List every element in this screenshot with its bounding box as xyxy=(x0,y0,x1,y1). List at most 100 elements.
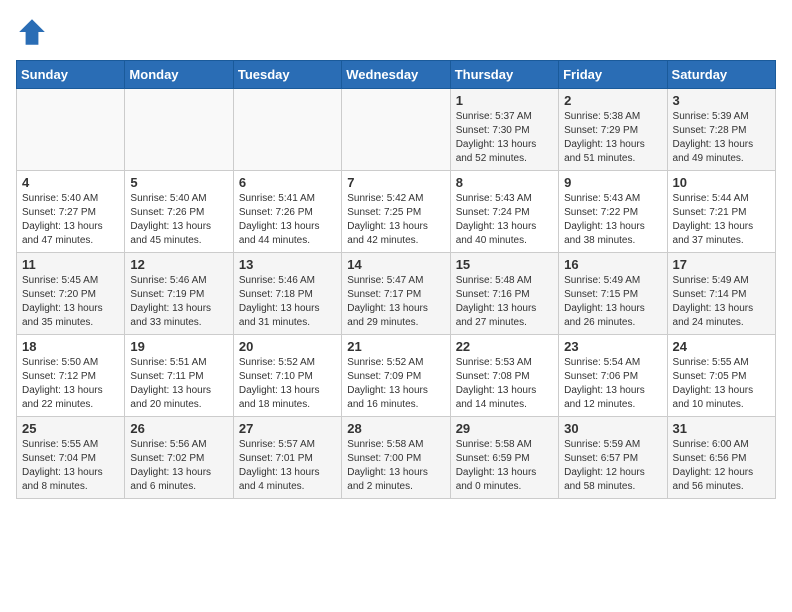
day-info: Sunrise: 5:53 AMSunset: 7:08 PMDaylight:… xyxy=(456,356,553,412)
calendar-cell xyxy=(342,89,450,171)
day-info: Sunrise: 5:41 AMSunset: 7:26 PMDaylight:… xyxy=(239,192,336,248)
calendar-week-row: 4 Sunrise: 5:40 AMSunset: 7:27 PMDaylight… xyxy=(17,171,776,253)
day-number: 2 xyxy=(564,93,661,108)
calendar-cell: 17Sunrise: 5:49 AMSunset: 7:14 PMDayligh… xyxy=(667,253,775,335)
day-info: Sunrise: 5:52 AMSunset: 7:09 PMDaylight:… xyxy=(347,356,444,412)
header-day: Sunday xyxy=(17,61,125,89)
calendar-cell: 30 Sunrise: 5:59 AMSunset: 6:57 PMDayligh… xyxy=(559,417,667,499)
day-number: 26 xyxy=(130,421,227,436)
day-number: 18 xyxy=(22,339,119,354)
day-number: 5 xyxy=(130,175,227,190)
calendar-cell: 22Sunrise: 5:53 AMSunset: 7:08 PMDayligh… xyxy=(450,335,558,417)
day-info: Sunrise: 5:47 AMSunset: 7:17 PMDaylight:… xyxy=(347,274,444,330)
calendar-cell: 13Sunrise: 5:46 AMSunset: 7:18 PMDayligh… xyxy=(233,253,341,335)
calendar-cell: 23Sunrise: 5:54 AMSunset: 7:06 PMDayligh… xyxy=(559,335,667,417)
calendar-cell: 2 Sunrise: 5:38 AMSunset: 7:29 PMDaylight… xyxy=(559,89,667,171)
calendar-cell: 3 Sunrise: 5:39 AMSunset: 7:28 PMDaylight… xyxy=(667,89,775,171)
day-number: 20 xyxy=(239,339,336,354)
calendar-cell: 7 Sunrise: 5:42 AMSunset: 7:25 PMDaylight… xyxy=(342,171,450,253)
day-info: Sunrise: 5:52 AMSunset: 7:10 PMDaylight:… xyxy=(239,356,336,412)
day-info: Sunrise: 5:55 AMSunset: 7:04 PMDaylight:… xyxy=(22,438,119,494)
day-info: Sunrise: 5:46 AMSunset: 7:19 PMDaylight:… xyxy=(130,274,227,330)
calendar-cell: 12 Sunrise: 5:46 AMSunset: 7:19 PMDayligh… xyxy=(125,253,233,335)
calendar-cell xyxy=(233,89,341,171)
calendar-cell: 1Sunrise: 5:37 AMSunset: 7:30 PMDaylight… xyxy=(450,89,558,171)
calendar-cell: 5 Sunrise: 5:40 AMSunset: 7:26 PMDaylight… xyxy=(125,171,233,253)
day-info: Sunrise: 5:57 AMSunset: 7:01 PMDaylight:… xyxy=(239,438,336,494)
calendar-cell: 24 Sunrise: 5:55 AMSunset: 7:05 PMDayligh… xyxy=(667,335,775,417)
page-header xyxy=(16,16,776,48)
day-number: 24 xyxy=(673,339,770,354)
day-info: Sunrise: 5:58 AMSunset: 7:00 PMDaylight:… xyxy=(347,438,444,494)
day-number: 3 xyxy=(673,93,770,108)
day-info: Sunrise: 5:54 AMSunset: 7:06 PMDaylight:… xyxy=(564,356,661,412)
calendar-week-row: 1Sunrise: 5:37 AMSunset: 7:30 PMDaylight… xyxy=(17,89,776,171)
calendar-cell: 26Sunrise: 5:56 AMSunset: 7:02 PMDayligh… xyxy=(125,417,233,499)
calendar-cell: 28 Sunrise: 5:58 AMSunset: 7:00 PMDayligh… xyxy=(342,417,450,499)
day-number: 10 xyxy=(673,175,770,190)
calendar-week-row: 18 Sunrise: 5:50 AMSunset: 7:12 PMDayligh… xyxy=(17,335,776,417)
day-number: 1 xyxy=(456,93,553,108)
day-number: 4 xyxy=(22,175,119,190)
day-info: Sunrise: 5:42 AMSunset: 7:25 PMDaylight:… xyxy=(347,192,444,248)
header-day: Tuesday xyxy=(233,61,341,89)
day-number: 30 xyxy=(564,421,661,436)
calendar-cell: 6Sunrise: 5:41 AMSunset: 7:26 PMDaylight… xyxy=(233,171,341,253)
calendar-cell: 14Sunrise: 5:47 AMSunset: 7:17 PMDayligh… xyxy=(342,253,450,335)
calendar-cell xyxy=(17,89,125,171)
logo-icon xyxy=(16,16,48,48)
day-number: 9 xyxy=(564,175,661,190)
day-info: Sunrise: 5:48 AMSunset: 7:16 PMDaylight:… xyxy=(456,274,553,330)
day-info: Sunrise: 5:43 AMSunset: 7:24 PMDaylight:… xyxy=(456,192,553,248)
day-info: Sunrise: 5:46 AMSunset: 7:18 PMDaylight:… xyxy=(239,274,336,330)
calendar-cell: 16 Sunrise: 5:49 AMSunset: 7:15 PMDayligh… xyxy=(559,253,667,335)
header-row: SundayMondayTuesdayWednesdayThursdayFrid… xyxy=(17,61,776,89)
calendar-cell: 29 Sunrise: 5:58 AMSunset: 6:59 PMDayligh… xyxy=(450,417,558,499)
day-number: 27 xyxy=(239,421,336,436)
day-info: Sunrise: 5:51 AMSunset: 7:11 PMDaylight:… xyxy=(130,356,227,412)
header-day: Monday xyxy=(125,61,233,89)
calendar-cell: 27 Sunrise: 5:57 AMSunset: 7:01 PMDayligh… xyxy=(233,417,341,499)
calendar-cell: 11Sunrise: 5:45 AMSunset: 7:20 PMDayligh… xyxy=(17,253,125,335)
calendar-cell: 9 Sunrise: 5:43 AMSunset: 7:22 PMDaylight… xyxy=(559,171,667,253)
day-info: Sunrise: 5:39 AMSunset: 7:28 PMDaylight:… xyxy=(673,110,770,166)
day-info: Sunrise: 5:43 AMSunset: 7:22 PMDaylight:… xyxy=(564,192,661,248)
day-number: 31 xyxy=(673,421,770,436)
calendar-body: 1Sunrise: 5:37 AMSunset: 7:30 PMDaylight… xyxy=(17,89,776,499)
header-day: Wednesday xyxy=(342,61,450,89)
day-info: Sunrise: 5:44 AMSunset: 7:21 PMDaylight:… xyxy=(673,192,770,248)
day-info: Sunrise: 5:50 AMSunset: 7:12 PMDaylight:… xyxy=(22,356,119,412)
day-info: Sunrise: 5:49 AMSunset: 7:15 PMDaylight:… xyxy=(564,274,661,330)
day-number: 29 xyxy=(456,421,553,436)
calendar-cell: 10 Sunrise: 5:44 AMSunset: 7:21 PMDayligh… xyxy=(667,171,775,253)
calendar-header: SundayMondayTuesdayWednesdayThursdayFrid… xyxy=(17,61,776,89)
calendar-week-row: 11Sunrise: 5:45 AMSunset: 7:20 PMDayligh… xyxy=(17,253,776,335)
day-info: Sunrise: 5:59 AMSunset: 6:57 PMDaylight:… xyxy=(564,438,661,494)
day-info: Sunrise: 5:38 AMSunset: 7:29 PMDaylight:… xyxy=(564,110,661,166)
day-number: 15 xyxy=(456,257,553,272)
day-number: 16 xyxy=(564,257,661,272)
day-number: 12 xyxy=(130,257,227,272)
day-number: 21 xyxy=(347,339,444,354)
day-info: Sunrise: 5:55 AMSunset: 7:05 PMDaylight:… xyxy=(673,356,770,412)
day-number: 7 xyxy=(347,175,444,190)
day-number: 8 xyxy=(456,175,553,190)
day-number: 17 xyxy=(673,257,770,272)
calendar-cell: 20 Sunrise: 5:52 AMSunset: 7:10 PMDayligh… xyxy=(233,335,341,417)
calendar-cell: 4 Sunrise: 5:40 AMSunset: 7:27 PMDaylight… xyxy=(17,171,125,253)
header-day: Friday xyxy=(559,61,667,89)
calendar-cell: 31Sunrise: 6:00 AMSunset: 6:56 PMDayligh… xyxy=(667,417,775,499)
calendar-cell: 18 Sunrise: 5:50 AMSunset: 7:12 PMDayligh… xyxy=(17,335,125,417)
calendar-cell: 19Sunrise: 5:51 AMSunset: 7:11 PMDayligh… xyxy=(125,335,233,417)
day-info: Sunrise: 5:40 AMSunset: 7:27 PMDaylight:… xyxy=(22,192,119,248)
day-number: 28 xyxy=(347,421,444,436)
day-info: Sunrise: 5:45 AMSunset: 7:20 PMDaylight:… xyxy=(22,274,119,330)
day-info: Sunrise: 5:58 AMSunset: 6:59 PMDaylight:… xyxy=(456,438,553,494)
day-number: 25 xyxy=(22,421,119,436)
calendar-cell: 21 Sunrise: 5:52 AMSunset: 7:09 PMDayligh… xyxy=(342,335,450,417)
logo xyxy=(16,16,52,48)
day-info: Sunrise: 5:40 AMSunset: 7:26 PMDaylight:… xyxy=(130,192,227,248)
calendar-cell: 8 Sunrise: 5:43 AMSunset: 7:24 PMDaylight… xyxy=(450,171,558,253)
calendar-table: SundayMondayTuesdayWednesdayThursdayFrid… xyxy=(16,60,776,499)
calendar-week-row: 25 Sunrise: 5:55 AMSunset: 7:04 PMDayligh… xyxy=(17,417,776,499)
